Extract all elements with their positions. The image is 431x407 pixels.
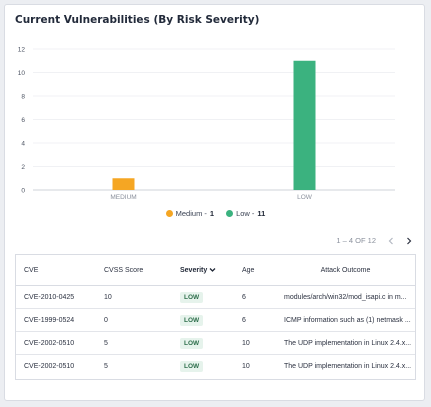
cell-cve: CVE-1999-0524 (16, 308, 96, 332)
severity-badge: LOW (180, 360, 204, 372)
cell-severity: LOW (172, 285, 234, 309)
y-tick-label: 10 (18, 70, 26, 77)
chevron-left-icon (388, 237, 393, 244)
cell-severity: LOW (172, 308, 234, 332)
table-row[interactable]: CVE-2010-0425 10 LOW 6 modules/arch/win3… (16, 285, 415, 309)
cell-outcome: ICMP information such as (1) netmask ... (276, 308, 415, 332)
legend-count-medium: 1 (209, 209, 215, 218)
legend-label-low: Low - (236, 209, 255, 218)
table-row[interactable]: CVE-1999-0524 0 LOW 6 ICMP information s… (16, 308, 415, 332)
cell-outcome: modules/arch/win32/mod_isapi.c in m... (276, 285, 415, 309)
cell-severity: LOW (172, 355, 234, 378)
y-tick-label: 12 (18, 47, 26, 54)
y-tick-label: 0 (21, 188, 25, 195)
cell-severity: LOW (172, 331, 234, 355)
table-row[interactable]: CVE-2002-0510 5 LOW 10 The UDP implement… (16, 331, 415, 355)
severity-badge: LOW (180, 337, 204, 349)
cell-cvss: 0 (96, 308, 172, 332)
severity-bar-chart: 0 2 4 6 8 10 12 MEDIUM LOW (18, 47, 395, 201)
x-category-label: LOW (297, 194, 313, 201)
legend-count-low: 11 (257, 209, 266, 218)
x-category-label: MEDIUM (110, 194, 136, 201)
cell-cve: CVE-2002-0510 (16, 331, 96, 355)
y-tick-label: 6 (21, 117, 25, 124)
pagination-range: 1 – 4 OF 12 (336, 236, 376, 245)
vulnerabilities-card: Current Vulnerabilities (By Risk Severit… (4, 4, 425, 401)
column-header-age[interactable]: Age (234, 255, 276, 286)
column-header-outcome[interactable]: Attack Outcome (276, 255, 415, 286)
legend-label-medium: Medium - (175, 209, 207, 218)
chevron-down-icon (209, 267, 216, 272)
column-header-cvss[interactable]: CVSS Score (96, 255, 172, 286)
cell-age: 6 (234, 285, 276, 309)
severity-badge: LOW (180, 314, 204, 326)
pagination: 1 – 4 OF 12 (336, 236, 412, 245)
severity-header-label: Severity (180, 266, 208, 274)
cell-cvss: 5 (104, 362, 108, 370)
cell-outcome: The UDP implementation in Linux 2.4.x... (284, 362, 412, 370)
chevron-right-icon (407, 237, 412, 244)
column-header-cve[interactable]: CVE (16, 255, 96, 286)
legend-dot-medium (165, 210, 173, 217)
cell-outcome: The UDP implementation in Linux 2.4.x... (276, 331, 415, 355)
bar-medium (112, 178, 135, 190)
y-tick-label: 4 (21, 141, 25, 148)
cell-cve: CVE-2002-0510 (24, 362, 75, 370)
cell-age: 6 (234, 308, 276, 332)
legend-item-medium[interactable]: Medium - 1 (165, 209, 215, 218)
column-header-severity[interactable]: Severity (172, 255, 234, 286)
cell-age: 10 (242, 362, 250, 370)
next-page-button[interactable] (406, 237, 412, 245)
prev-page-button[interactable] (388, 237, 394, 245)
bar-low (293, 60, 316, 190)
vulnerabilities-table: CVE CVSS Score Severity Age Attack Outco… (15, 254, 416, 380)
table-header-row: CVE CVSS Score Severity Age Attack Outco… (16, 255, 415, 286)
cell-cvss: 10 (96, 285, 172, 309)
table-row[interactable]: CVE-2002-0510 5 LOW 10 The UDP implement… (16, 355, 415, 378)
chart-legend: Medium - 1 Low - 11 (5, 209, 426, 218)
severity-badge: LOW (180, 291, 204, 303)
legend-dot-low (226, 210, 234, 217)
legend-item-low[interactable]: Low - 11 (226, 209, 265, 218)
cell-cvss: 5 (96, 331, 172, 355)
y-tick-label: 8 (21, 94, 25, 101)
y-tick-label: 2 (21, 164, 25, 171)
cell-age: 10 (234, 331, 276, 355)
cell-cve: CVE-2010-0425 (16, 285, 96, 309)
